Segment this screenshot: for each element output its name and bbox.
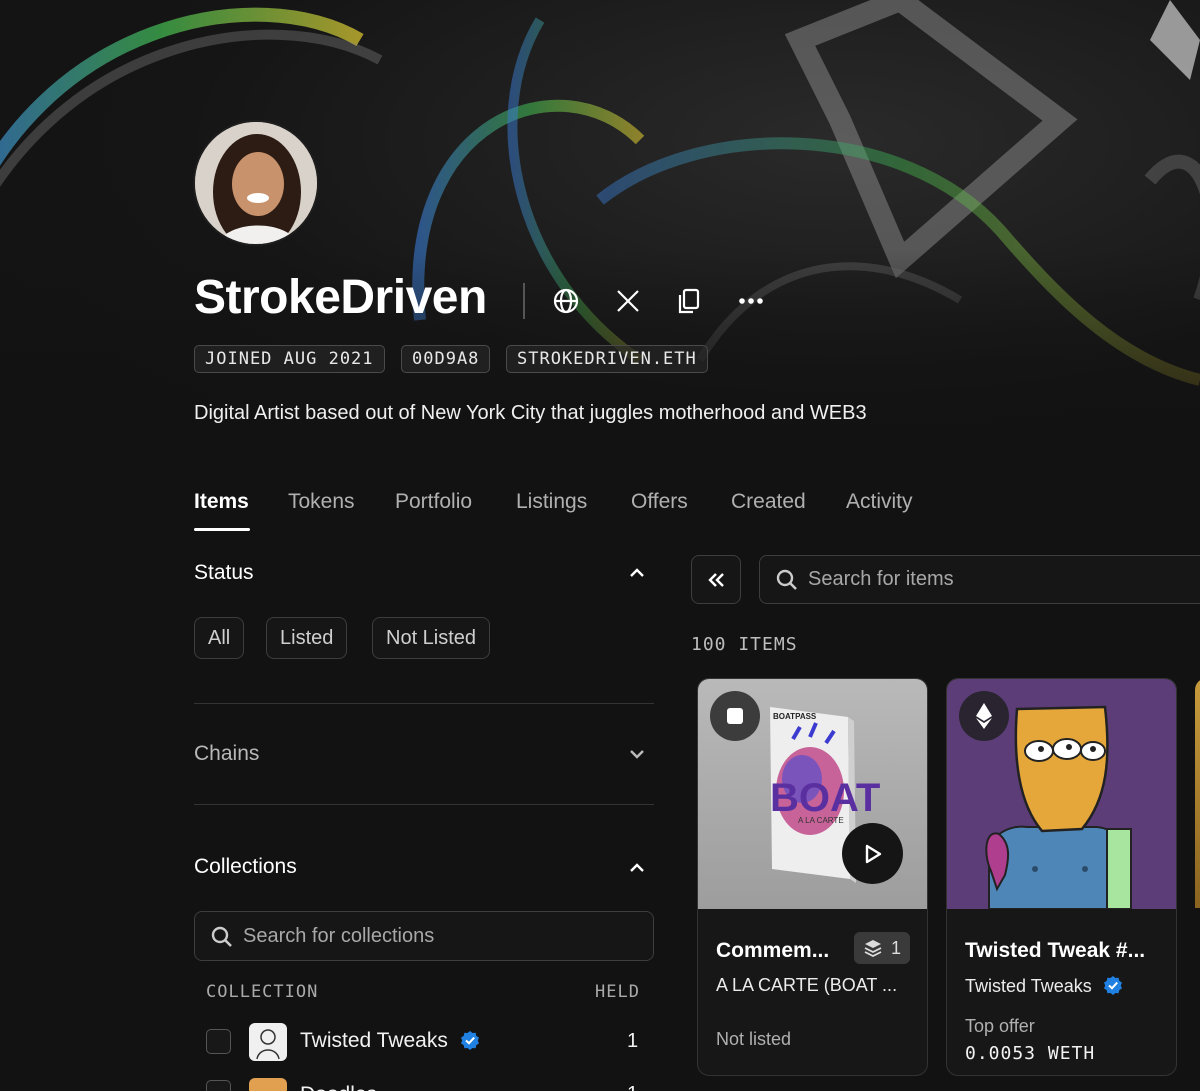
- top-offer-label: Top offer: [965, 1016, 1035, 1036]
- tab-listings[interactable]: Listings: [516, 490, 587, 514]
- item-search-input[interactable]: [808, 556, 1198, 603]
- card-title: Commem...: [716, 939, 830, 962]
- ens-tag[interactable]: STROKEDRIVEN.ETH: [506, 345, 708, 373]
- address-tag[interactable]: 00D9A8: [401, 345, 491, 373]
- collection-search-input[interactable]: [243, 912, 643, 960]
- collection-row-name[interactable]: Doodles: [300, 1083, 377, 1091]
- layers-icon: [864, 940, 882, 958]
- card-media[interactable]: [947, 679, 1176, 910]
- chevron-down-icon[interactable]: [626, 743, 648, 765]
- status-chip-not-listed[interactable]: Not Listed: [372, 617, 491, 659]
- sidebar-divider: [194, 703, 654, 704]
- collection-checkbox[interactable]: [206, 1080, 231, 1091]
- copy-icon[interactable]: [671, 283, 707, 319]
- held-column-header: HELD: [595, 982, 640, 1002]
- item-search-field[interactable]: [759, 555, 1200, 604]
- collections-section-title[interactable]: Collections: [194, 855, 297, 879]
- double-chevron-left-icon: [708, 572, 724, 587]
- art-brand-text: BOATPASS: [773, 712, 817, 721]
- profile-name: StrokeDriven: [194, 271, 487, 324]
- collection-thumbnail: [249, 1023, 287, 1061]
- art-title-text: BOAT: [770, 776, 880, 820]
- name-divider: [523, 283, 525, 319]
- quantity-badge: 1: [854, 932, 910, 964]
- collection-search-field[interactable]: [194, 911, 654, 961]
- card-collection-text: Twisted Tweaks: [965, 976, 1092, 996]
- collection-column-header: COLLECTION: [206, 982, 319, 1002]
- items-count: 100 ITEMS: [691, 634, 798, 655]
- x-icon[interactable]: [610, 283, 646, 319]
- globe-icon[interactable]: [548, 283, 584, 319]
- avatar[interactable]: [193, 120, 319, 246]
- stop-square-icon: [727, 708, 743, 724]
- chevron-up-icon[interactable]: [626, 562, 648, 584]
- play-icon: [865, 844, 881, 863]
- tab-created[interactable]: Created: [731, 490, 806, 514]
- art-sub-text: A LA CARTE: [798, 816, 844, 825]
- nft-card[interactable]: Twisted Tweak #... Twisted Tweaks Top of…: [946, 678, 1177, 1076]
- play-button[interactable]: [842, 823, 903, 884]
- chain-badge: [959, 691, 1009, 741]
- status-chip-listed[interactable]: Listed: [266, 617, 348, 659]
- collection-name-text: Twisted Tweaks: [300, 1029, 448, 1052]
- tab-offers[interactable]: Offers: [631, 490, 688, 514]
- active-tab-indicator: [194, 528, 250, 531]
- quantity-value: 1: [890, 937, 901, 958]
- card-media[interactable]: BOATPASS BOAT A LA CARTE: [698, 679, 927, 909]
- more-icon[interactable]: [733, 283, 769, 319]
- card-status: Not listed: [716, 1029, 792, 1049]
- ethereum-icon: [976, 703, 992, 729]
- status-section-title[interactable]: Status: [194, 561, 254, 585]
- profile-banner: [0, 0, 1200, 470]
- tab-portfolio[interactable]: Portfolio: [395, 490, 472, 514]
- search-icon: [776, 569, 797, 590]
- nft-card[interactable]: BOATPASS BOAT A LA CARTE Commem... 1 A L…: [697, 678, 928, 1076]
- collection-thumbnail: [249, 1078, 287, 1091]
- joined-tag: JOINED AUG 2021: [194, 345, 385, 373]
- card-collection: Twisted Tweaks: [965, 975, 1123, 997]
- card-collection: A LA CARTE (BOAT ...: [716, 975, 898, 995]
- collection-held-count: 1: [627, 1083, 638, 1091]
- chain-badge: [710, 691, 760, 741]
- card-title: Twisted Tweak #...: [965, 939, 1146, 962]
- collapse-sidebar-button[interactable]: [691, 555, 741, 604]
- verified-icon: [1103, 976, 1122, 995]
- top-offer-value: 0.0053 WETH: [965, 1043, 1096, 1064]
- collection-row-name[interactable]: Twisted Tweaks: [300, 1029, 480, 1053]
- nft-card-partial[interactable]: [1195, 678, 1200, 908]
- collection-checkbox[interactable]: [206, 1029, 231, 1054]
- tab-activity[interactable]: Activity: [846, 490, 913, 514]
- verified-icon: [460, 1031, 479, 1050]
- chains-section-title[interactable]: Chains: [194, 742, 259, 766]
- tab-items[interactable]: Items: [194, 490, 249, 514]
- avatar-portrait: [195, 122, 317, 244]
- search-icon: [211, 926, 232, 947]
- profile-bio: Digital Artist based out of New York Cit…: [194, 402, 867, 424]
- tab-tokens[interactable]: Tokens: [288, 490, 355, 514]
- sidebar-divider: [194, 804, 654, 805]
- collection-held-count: 1: [627, 1030, 639, 1052]
- chevron-up-icon[interactable]: [626, 857, 648, 879]
- status-chip-all[interactable]: All: [194, 617, 245, 659]
